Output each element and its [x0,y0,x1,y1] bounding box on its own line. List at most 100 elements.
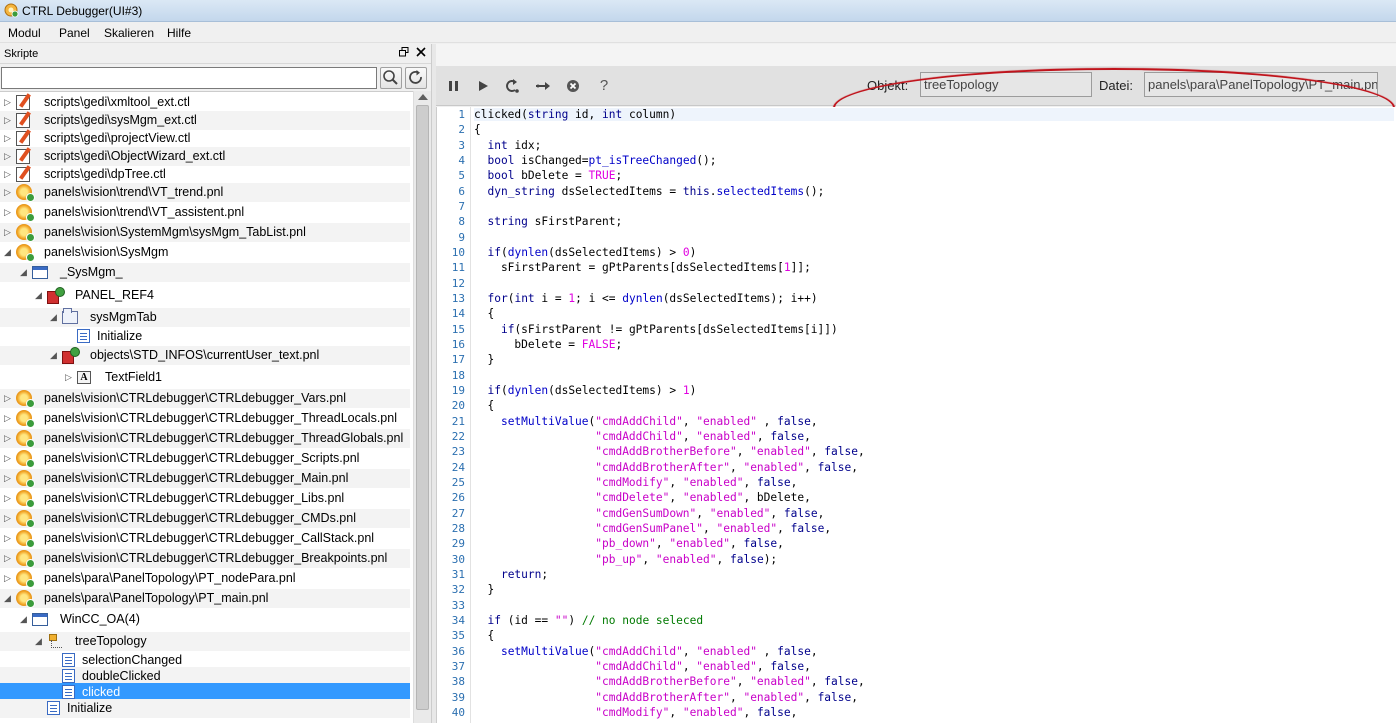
code-line: } [474,353,495,367]
line-number: 6 [458,184,465,198]
expand-arrow-icon[interactable]: ▷ [4,187,14,197]
tree-item[interactable]: ◢ panels\para\PanelTopology\PT_main.pnl [0,589,410,608]
menu-panel[interactable]: Panel [59,26,90,40]
tree-item-label: objects\STD_INFOS\currentUser_text.pnl [90,348,320,362]
expand-arrow-icon[interactable]: ▷ [65,372,75,382]
line-number: 13 [451,291,465,305]
expand-arrow-icon[interactable]: ▷ [4,513,14,523]
menu-skalieren[interactable]: Skalieren [104,26,154,40]
collapse-arrow-icon[interactable]: ◢ [35,290,45,300]
menu-modul[interactable]: Modul [8,26,41,40]
gear-icon [16,410,35,428]
code-line: "cmdAddBrotherBefore", "enabled", false, [595,445,865,459]
tree-item[interactable]: ▷ panels\vision\CTRLdebugger\CTRLdebugger… [0,469,410,488]
expand-arrow-icon[interactable]: ▷ [4,151,14,161]
tree-item[interactable]: ▷ panels\vision\trend\VT_trend.pnl [0,183,410,202]
collapse-arrow-icon[interactable]: ◢ [35,636,45,646]
line-number: 29 [451,537,465,551]
tree-item-label: panels\vision\CTRLdebugger\CTRLdebugger_… [44,551,388,565]
collapse-arrow-icon[interactable]: ◢ [4,247,14,257]
tree-item[interactable]: ▷ scripts\gedi\projectView.ctl [0,129,410,148]
tree-item[interactable]: ▷ panels\vision\CTRLdebugger\CTRLdebugger… [0,409,410,428]
refresh-icon [409,70,422,84]
tree-item[interactable]: ▷ scripts\gedi\ObjectWizard_ext.ctl [0,147,410,166]
float-icon[interactable] [397,46,411,60]
scroll-up-icon[interactable] [418,94,428,100]
line-number: 35 [451,629,465,643]
tree-item[interactable]: ▷ panels\para\PanelTopology\PT_nodePara.p… [0,569,410,588]
tree-item-label: panels\vision\CTRLdebugger\CTRLdebugger_… [44,391,347,405]
tree-item[interactable]: ▷ panels\vision\trend\VT_assistent.pnl [0,203,410,222]
line-number: 16 [451,337,465,351]
expand-arrow-icon[interactable]: ▷ [4,393,14,403]
expand-arrow-icon[interactable]: ▷ [4,453,14,463]
expand-arrow-icon[interactable]: ▷ [4,553,14,563]
expand-arrow-icon[interactable]: ▷ [4,573,14,583]
tree-item[interactable]: ◢ _SysMgm_ [0,263,410,282]
scripts-tree[interactable]: ▷ scripts\gedi\xmltool_ext.ctl ▷ scripts\ge… [0,91,413,723]
tree-item[interactable]: Initialize [0,327,410,346]
collapse-arrow-icon[interactable]: ◢ [20,614,30,624]
pause-icon[interactable] [444,76,464,96]
script-icon [16,95,30,110]
expand-arrow-icon[interactable]: ▷ [4,97,14,107]
collapse-arrow-icon[interactable]: ◢ [20,267,30,277]
tree-item[interactable]: ◢ panels\vision\SysMgm [0,243,410,262]
code-line: if(sFirstParent != gPtParents[dsSelected… [500,322,838,336]
tree-item[interactable]: ◢ objects\STD_INFOS\currentUser_text.pnl [0,346,410,365]
expand-arrow-icon[interactable]: ▷ [4,493,14,503]
tree-item[interactable]: ◢ treeTopology [0,632,410,651]
expand-arrow-icon[interactable]: ▷ [4,133,14,143]
tree-item[interactable]: Initialize [0,699,410,718]
tree-item[interactable]: ▷ panels\vision\CTRLdebugger\CTRLdebugger… [0,449,410,468]
event-icon [62,653,75,667]
expand-arrow-icon[interactable]: ▷ [4,115,14,125]
tree-item[interactable]: ◢ sysMgmTab [0,308,410,327]
collapse-arrow-icon[interactable]: ◢ [4,593,14,603]
expand-arrow-icon[interactable]: ▷ [4,433,14,443]
line-number: 14 [451,307,465,321]
tree-item[interactable]: ▷ panels\vision\CTRLdebugger\CTRLdebugger… [0,529,410,548]
expand-arrow-icon[interactable]: ▷ [4,169,14,179]
code-editor[interactable]: 1 2 3 4 5 6 7 8 9 10 11 12 13 14 15 16 17 18 19 20 21 22 23 24 2… [436,107,1396,723]
expand-arrow-icon[interactable]: ▷ [4,227,14,237]
refresh-button[interactable] [405,67,427,89]
expand-arrow-icon[interactable]: ▷ [4,533,14,543]
tree-item[interactable]: ▷ panels\vision\CTRLdebugger\CTRLdebugger… [0,509,410,528]
tree-item-label: panels\vision\CTRLdebugger\CTRLdebugger_… [44,411,397,425]
code-line: "cmdGenSumPanel", "enabled", false, [595,521,832,535]
tree-item[interactable]: ▷ scripts\gedi\sysMgm_ext.ctl [0,111,410,130]
tree-item[interactable]: ▷ panels\vision\CTRLdebugger\CTRLdebugger… [0,549,410,568]
tree-item[interactable]: ▷ scripts\gedi\dpTree.ctl [0,165,410,184]
line-number: 33 [451,598,465,612]
scroll-thumb[interactable] [416,105,429,710]
tree-item[interactable]: ▷ panels\vision\CTRLdebugger\CTRLdebugger… [0,429,410,448]
expand-arrow-icon[interactable]: ▷ [4,473,14,483]
expand-arrow-icon[interactable]: ▷ [4,207,14,217]
step-into-icon[interactable] [502,76,522,96]
gear-icon [16,530,35,548]
tree-item[interactable]: ◢ WinCC_OA(4) [0,610,410,629]
collapse-arrow-icon[interactable]: ◢ [50,312,60,322]
search-input[interactable] [1,67,377,89]
code-line: if(dynlen(dsSelectedItems) > 1) [487,383,697,397]
search-button[interactable] [380,67,402,89]
tree-item[interactable]: ▷ panels\vision\SystemMgm\sysMgm_TabList.… [0,223,410,242]
stop-icon[interactable] [563,76,583,96]
tree-item[interactable]: ▷ A TextField1 [0,368,410,387]
tree-item[interactable]: ▷ panels\vision\CTRLdebugger\CTRLdebugger… [0,489,410,508]
script-icon [16,131,30,146]
expand-arrow-icon[interactable]: ▷ [4,413,14,423]
tree-item[interactable]: ▷ scripts\gedi\xmltool_ext.ctl [0,93,410,112]
code-line: "cmdAddBrotherAfter", "enabled", false, [595,690,858,704]
menu-hilfe[interactable]: Hilfe [167,26,191,40]
close-icon[interactable] [414,46,428,60]
tree-item[interactable]: ◢ PANEL_REF4 [0,286,410,305]
tree-item[interactable]: ▷ panels\vision\CTRLdebugger\CTRLdebugger… [0,389,410,408]
collapse-arrow-icon[interactable]: ◢ [50,350,60,360]
play-icon[interactable] [473,76,493,96]
help-icon[interactable]: ? [594,76,614,96]
tree-scrollbar[interactable] [413,91,431,723]
gear-icon [16,450,35,468]
step-over-icon[interactable] [533,76,553,96]
